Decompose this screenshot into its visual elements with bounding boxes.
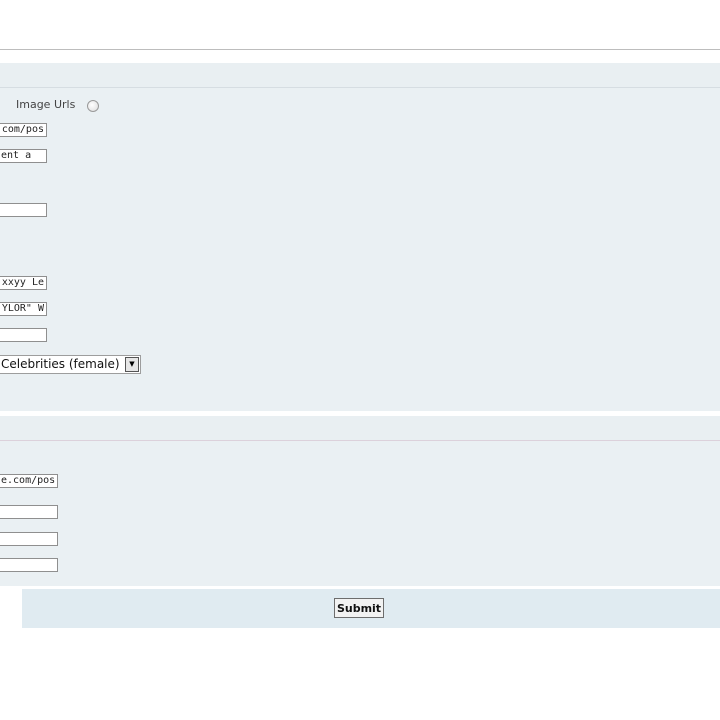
image-urls-radio[interactable] [87, 100, 99, 112]
footer-gap [0, 589, 22, 628]
url-input[interactable]: com/pos [0, 123, 47, 137]
panel-header-top [0, 63, 720, 88]
image-urls-label: Image Urls [16, 98, 76, 111]
text-input[interactable] [0, 203, 47, 217]
category-select-value: Celebrities (female) [1, 357, 120, 371]
extra-input-3[interactable] [0, 558, 58, 572]
top-divider [0, 49, 720, 50]
form-panel-bottom [0, 416, 720, 586]
extra-input-1[interactable] [0, 505, 58, 519]
tags-input[interactable] [0, 328, 47, 342]
category-select[interactable]: Celebrities (female) ▼ [0, 355, 141, 374]
caption-input[interactable]: YLOR" W [0, 302, 47, 316]
title-input[interactable]: ent a [0, 149, 47, 163]
extra-input-2[interactable] [0, 532, 58, 546]
submit-button[interactable]: Submit [334, 598, 384, 618]
form-footer: Submit [0, 589, 720, 628]
chevron-down-icon[interactable]: ▼ [125, 357, 139, 372]
panel-header-bottom [0, 416, 720, 441]
name-input[interactable]: xxyy Le [0, 276, 47, 290]
link-url-input[interactable]: e.com/pos [0, 474, 58, 488]
